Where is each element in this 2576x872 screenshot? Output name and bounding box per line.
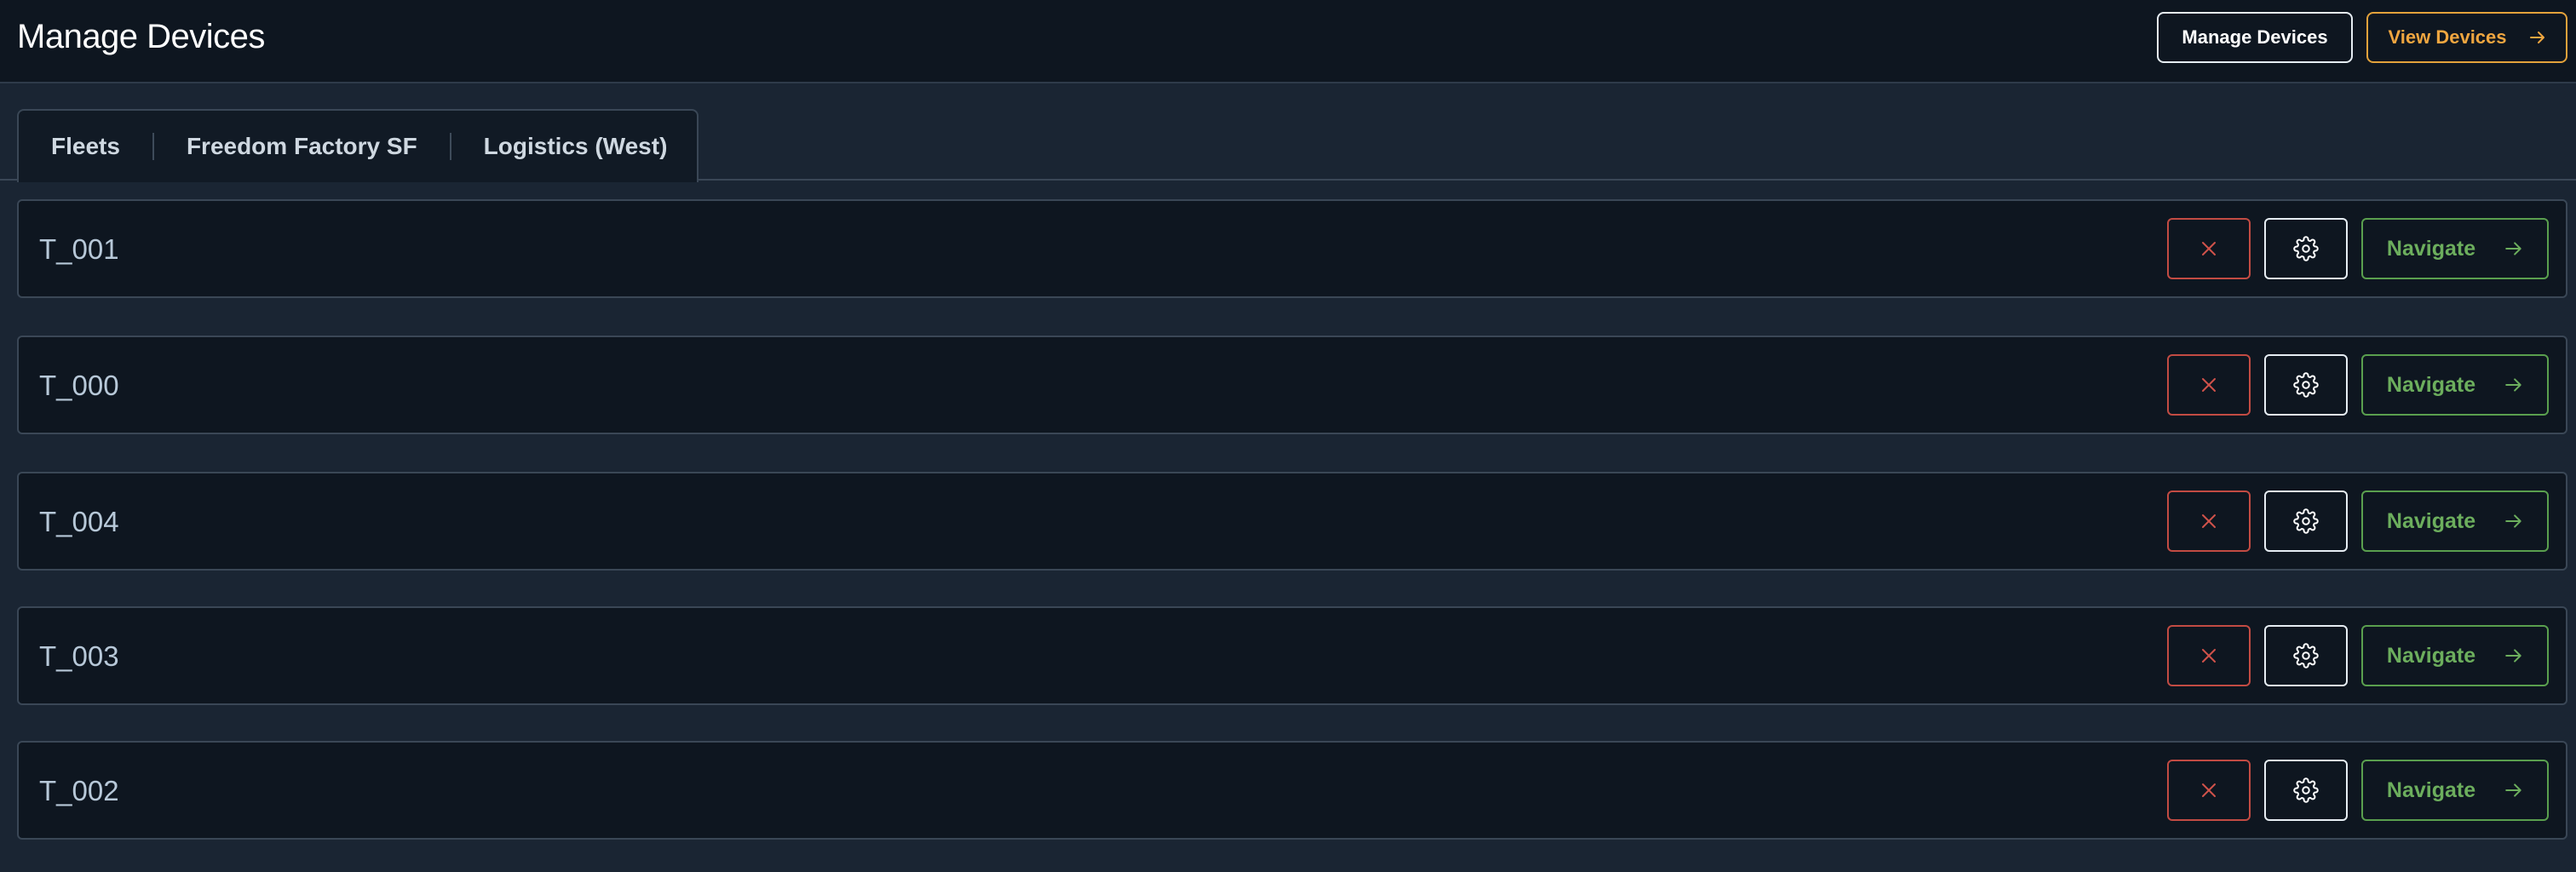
navigate-button[interactable]: Navigate xyxy=(2361,354,2549,416)
navigate-button[interactable]: Navigate xyxy=(2361,625,2549,686)
device-row: T_001 Navigate xyxy=(17,199,2567,298)
delete-device-button[interactable] xyxy=(2167,354,2251,416)
device-settings-button[interactable] xyxy=(2264,760,2348,821)
navigate-label: Navigate xyxy=(2386,236,2476,261)
device-settings-button[interactable] xyxy=(2264,490,2348,552)
close-icon xyxy=(2199,512,2218,531)
delete-device-button[interactable] xyxy=(2167,625,2251,686)
device-settings-button[interactable] xyxy=(2264,218,2348,279)
gear-icon xyxy=(2293,777,2319,803)
tab-fleets[interactable]: Fleets xyxy=(51,133,120,160)
close-icon xyxy=(2199,239,2218,258)
device-row: T_003 Navigate xyxy=(17,606,2567,705)
device-name: T_003 xyxy=(39,640,119,672)
device-name: T_001 xyxy=(39,233,119,265)
tab-divider xyxy=(449,133,451,160)
tab-divider xyxy=(152,133,154,160)
close-icon xyxy=(2199,376,2218,394)
tab-freedom-factory-sf[interactable]: Freedom Factory SF xyxy=(187,133,417,160)
navigate-button[interactable]: Navigate xyxy=(2361,490,2549,552)
navigate-button[interactable]: Navigate xyxy=(2361,218,2549,279)
tab-logistics-west[interactable]: Logistics (West) xyxy=(484,133,668,160)
device-name: T_004 xyxy=(39,506,119,537)
device-row: T_004 Navigate xyxy=(17,472,2567,571)
arrow-right-icon xyxy=(2504,781,2523,800)
navigate-button[interactable]: Navigate xyxy=(2361,760,2549,821)
delete-device-button[interactable] xyxy=(2167,760,2251,821)
device-name: T_002 xyxy=(39,775,119,806)
delete-device-button[interactable] xyxy=(2167,218,2251,279)
arrow-right-icon xyxy=(2504,512,2523,531)
device-row: T_002 Navigate xyxy=(17,741,2567,840)
gear-icon xyxy=(2293,372,2319,398)
arrow-right-icon xyxy=(2504,646,2523,665)
view-devices-button[interactable]: View Devices xyxy=(2366,12,2567,63)
arrow-right-icon xyxy=(2504,376,2523,394)
device-name: T_000 xyxy=(39,370,119,401)
manage-devices-button[interactable]: Manage Devices xyxy=(2157,12,2353,63)
gear-icon xyxy=(2293,508,2319,534)
manage-devices-label: Manage Devices xyxy=(2182,26,2328,48)
navigate-label: Navigate xyxy=(2386,777,2476,802)
device-row: T_000 Navigate xyxy=(17,336,2567,434)
navigate-label: Navigate xyxy=(2386,508,2476,533)
delete-device-button[interactable] xyxy=(2167,490,2251,552)
navigate-label: Navigate xyxy=(2386,643,2476,668)
device-settings-button[interactable] xyxy=(2264,354,2348,416)
arrow-right-icon xyxy=(2504,239,2523,258)
device-settings-button[interactable] xyxy=(2264,625,2348,686)
close-icon xyxy=(2199,781,2218,800)
gear-icon xyxy=(2293,643,2319,668)
arrow-right-icon xyxy=(2529,29,2546,46)
app-header: Manage Devices Manage Devices View Devic… xyxy=(0,0,2576,83)
view-devices-label: View Devices xyxy=(2388,26,2507,48)
page-title: Manage Devices xyxy=(17,18,265,55)
tabs-area: Fleets Freedom Factory SF Logistics (Wes… xyxy=(0,83,2576,182)
gear-icon xyxy=(2293,236,2319,261)
close-icon xyxy=(2199,646,2218,665)
navigate-label: Navigate xyxy=(2386,372,2476,397)
breadcrumb-tabs: Fleets Freedom Factory SF Logistics (Wes… xyxy=(17,109,699,182)
